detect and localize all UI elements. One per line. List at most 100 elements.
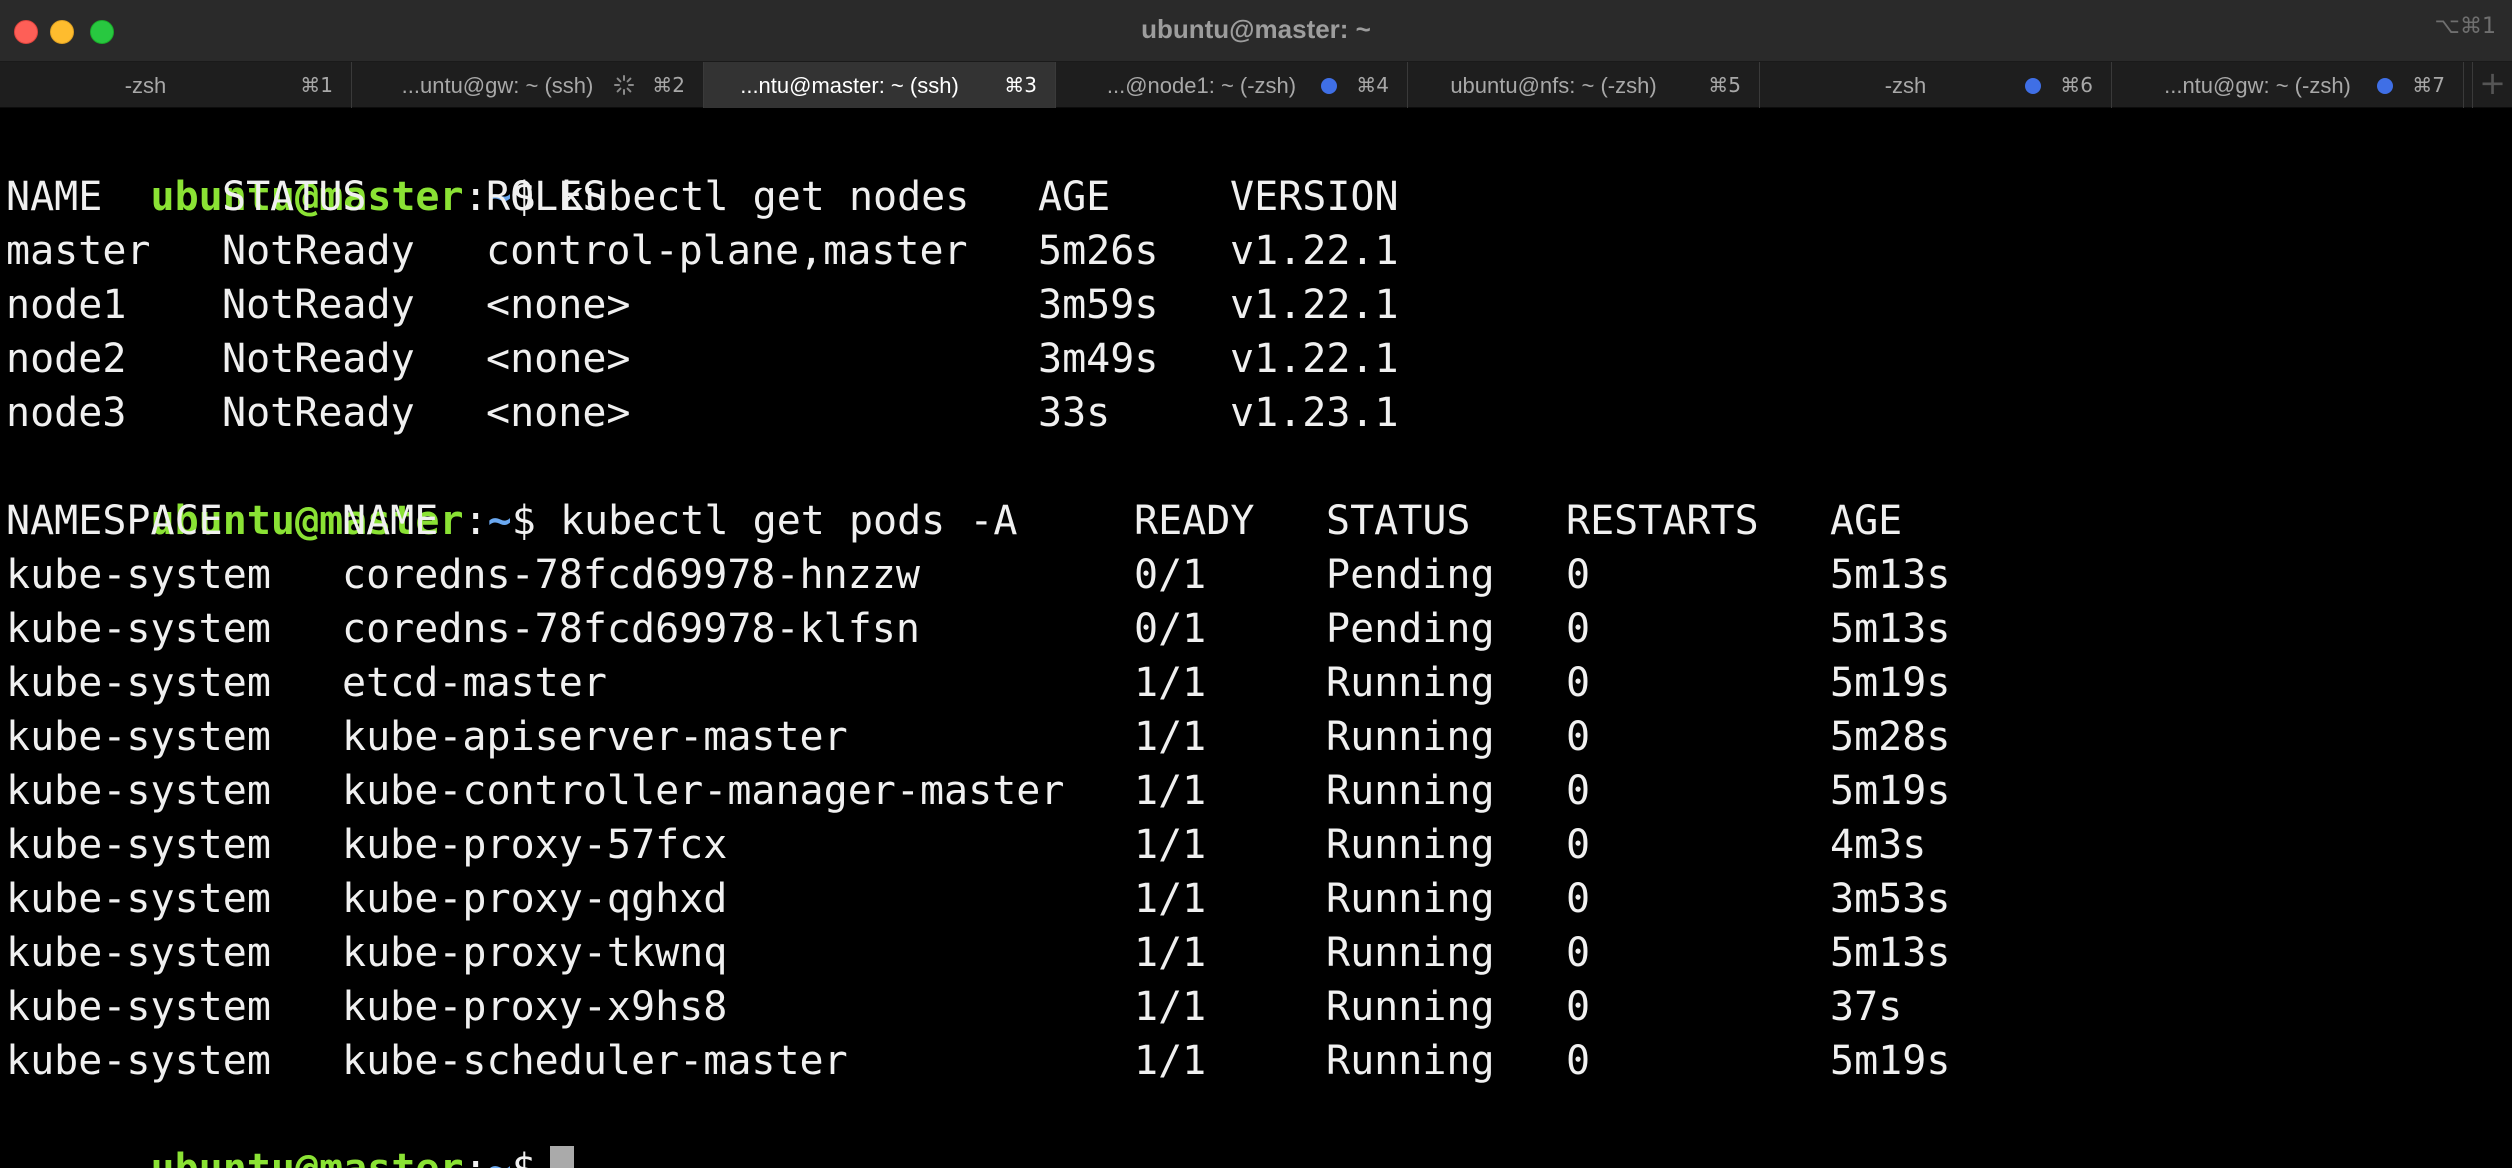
table-cell: v1.23.1 bbox=[1230, 390, 1399, 436]
table-cell: 0 bbox=[1566, 822, 1591, 868]
table-cell: node1 bbox=[6, 282, 127, 328]
activity-spinner-icon bbox=[614, 75, 634, 95]
tab-5[interactable]: ubuntu@nfs: ~ (-zsh) ⌘5 bbox=[1408, 62, 1760, 108]
tab-shortcut: ⌘2 bbox=[652, 73, 685, 97]
table-cell: 3m53s bbox=[1830, 876, 1951, 922]
table-cell: kube-scheduler-master bbox=[342, 1038, 848, 1084]
nodes-table: NAME STATUS ROLES AGE VERSION master Not… bbox=[6, 170, 2506, 440]
table-cell: 5m19s bbox=[1830, 1038, 1951, 1084]
tab-1[interactable]: -zsh ⌘1 bbox=[0, 62, 352, 108]
table-cell: 5m13s bbox=[1830, 606, 1951, 652]
column-header: NAME bbox=[6, 174, 103, 220]
table-cell: v1.22.1 bbox=[1230, 282, 1399, 328]
table-cell: NotReady bbox=[222, 282, 415, 328]
table-row: node3 NotReady <none> 33s v1.23.1 bbox=[6, 386, 2506, 440]
table-cell: kube-system bbox=[6, 822, 271, 868]
title-bar[interactable]: ubuntu@master: ~ ⌥⌘1 bbox=[0, 0, 2512, 62]
table-row: node2 NotReady <none> 3m49s v1.22.1 bbox=[6, 332, 2506, 386]
table-cell: 1/1 bbox=[1134, 1038, 1207, 1084]
table-cell: control-plane,master bbox=[486, 228, 968, 274]
table-cell: 0 bbox=[1566, 606, 1591, 652]
table-row: kube-system kube-scheduler-master 1/1 Ru… bbox=[6, 1034, 2506, 1088]
table-row: kube-system kube-proxy-qghxd 1/1 Running… bbox=[6, 872, 2506, 926]
table-cell: 1/1 bbox=[1134, 930, 1207, 976]
column-header: NAME bbox=[342, 498, 439, 544]
table-cell: 1/1 bbox=[1134, 876, 1207, 922]
table-cell: coredns-78fcd69978-hnzzw bbox=[342, 552, 920, 598]
tab-shortcut: ⌘6 bbox=[2060, 73, 2093, 97]
tab-6[interactable]: -zsh ⌘6 bbox=[1760, 62, 2112, 108]
table-cell: Pending bbox=[1326, 606, 1495, 652]
table-cell: 0 bbox=[1566, 660, 1591, 706]
command-line: ubuntu@master:~$ kubectl get nodes bbox=[6, 116, 2506, 220]
tab-4[interactable]: ...@node1: ~ (-zsh) ⌘4 bbox=[1056, 62, 1408, 108]
table-cell: kube-system bbox=[6, 984, 271, 1030]
table-cell: 3m59s bbox=[1038, 282, 1159, 328]
table-row: kube-system kube-apiserver-master 1/1 Ru… bbox=[6, 710, 2506, 764]
table-cell: kube-system bbox=[6, 552, 271, 598]
tab-shortcut: ⌘1 bbox=[300, 73, 333, 97]
tab-label: -zsh bbox=[124, 73, 167, 98]
tab-7[interactable]: ...ntu@gw: ~ (-zsh) ⌘7 bbox=[2112, 62, 2464, 108]
table-cell: v1.22.1 bbox=[1230, 336, 1399, 382]
tab-bar: -zsh ⌘1 ...untu@gw: ~ (ssh) ⌘2 ...ntu@ma… bbox=[0, 62, 2512, 108]
table-cell: coredns-78fcd69978-klfsn bbox=[342, 606, 920, 652]
table-cell: kube-proxy-tkwnq bbox=[342, 930, 728, 976]
table-cell: kube-system bbox=[6, 606, 271, 652]
column-header: AGE bbox=[1038, 174, 1111, 220]
table-cell: 1/1 bbox=[1134, 660, 1207, 706]
column-header: RESTARTS bbox=[1566, 498, 1759, 544]
table-cell: kube-system bbox=[6, 1038, 271, 1084]
active-prompt-line[interactable]: ubuntu@master:~$ bbox=[6, 1088, 2506, 1168]
table-row: kube-system kube-proxy-tkwnq 1/1 Running… bbox=[6, 926, 2506, 980]
table-cell: 4m3s bbox=[1830, 822, 1927, 868]
column-header: AGE bbox=[1830, 498, 1903, 544]
table-cell: 1/1 bbox=[1134, 984, 1207, 1030]
tab-label: -zsh bbox=[1884, 73, 1927, 98]
tab-shortcut: ⌘5 bbox=[1708, 73, 1741, 97]
table-cell: 5m19s bbox=[1830, 768, 1951, 814]
table-cell: 5m28s bbox=[1830, 714, 1951, 760]
tab-3[interactable]: ...ntu@master: ~ (ssh) ⌘3 bbox=[704, 62, 1056, 108]
tab-shortcut: ⌘3 bbox=[1004, 73, 1037, 97]
table-cell: 0/1 bbox=[1134, 606, 1207, 652]
table-row: master NotReady control-plane,master 5m2… bbox=[6, 224, 2506, 278]
new-tab-button[interactable]: + bbox=[2472, 62, 2512, 108]
activity-dot-icon bbox=[1321, 78, 1337, 94]
nodes-header-row: NAME STATUS ROLES AGE VERSION bbox=[6, 170, 2506, 224]
text-cursor[interactable] bbox=[549, 1146, 574, 1168]
table-cell: kube-system bbox=[6, 768, 271, 814]
table-cell: kube-proxy-x9hs8 bbox=[342, 984, 728, 1030]
column-header: NAMESPACE bbox=[6, 498, 223, 544]
tab-label: ...@node1: ~ (-zsh) bbox=[1106, 73, 1297, 98]
table-row: kube-system etcd-master 1/1 Running 0 5m… bbox=[6, 656, 2506, 710]
table-cell: 5m13s bbox=[1830, 930, 1951, 976]
activity-dot-icon bbox=[2025, 78, 2041, 94]
terminal-output[interactable]: ubuntu@master:~$ kubectl get nodes NAME … bbox=[6, 116, 2506, 1168]
table-cell: NotReady bbox=[222, 228, 415, 274]
table-cell: Running bbox=[1326, 714, 1495, 760]
table-cell: 3m49s bbox=[1038, 336, 1159, 382]
table-cell: kube-controller-manager-master bbox=[342, 768, 1065, 814]
prompt-colon: : bbox=[464, 1146, 488, 1168]
command-line: ubuntu@master:~$ kubectl get pods -A bbox=[6, 440, 2506, 544]
table-cell: 0 bbox=[1566, 714, 1591, 760]
tab-shortcut: ⌘4 bbox=[1356, 73, 1389, 97]
table-cell: node2 bbox=[6, 336, 127, 382]
table-cell: 1/1 bbox=[1134, 714, 1207, 760]
table-cell: 33s bbox=[1038, 390, 1111, 436]
terminal-window: ubuntu@master: ~ ⌥⌘1 -zsh ⌘1 ...untu@gw:… bbox=[0, 0, 2512, 1168]
column-header: READY bbox=[1134, 498, 1255, 544]
tab-shortcut: ⌘7 bbox=[2412, 73, 2445, 97]
tab-label: ...ntu@gw: ~ (-zsh) bbox=[2164, 73, 2351, 98]
table-cell: master bbox=[6, 228, 151, 274]
window-title: ubuntu@master: ~ bbox=[1141, 14, 1371, 44]
table-cell: v1.22.1 bbox=[1230, 228, 1399, 274]
tab-2[interactable]: ...untu@gw: ~ (ssh) ⌘2 bbox=[352, 62, 704, 108]
tab-label: ...ntu@master: ~ (ssh) bbox=[740, 73, 959, 98]
pods-table: NAMESPACE NAME READY STATUS RESTARTS AGE… bbox=[6, 494, 2506, 1088]
table-cell: Running bbox=[1326, 876, 1495, 922]
prompt-symbol: $ bbox=[512, 1146, 536, 1168]
prompt-user-host: ubuntu@master bbox=[151, 1146, 464, 1168]
table-cell: etcd-master bbox=[342, 660, 607, 706]
